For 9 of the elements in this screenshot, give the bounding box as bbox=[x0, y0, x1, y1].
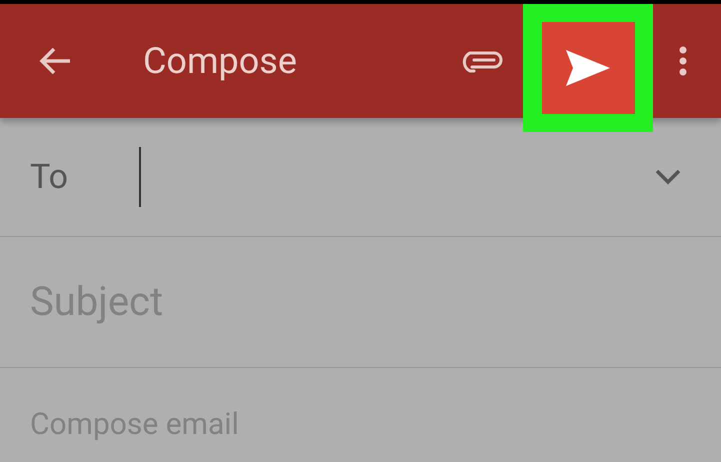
back-arrow-icon bbox=[38, 46, 72, 76]
more-icon bbox=[679, 46, 687, 76]
text-cursor bbox=[139, 147, 142, 207]
to-field[interactable]: To bbox=[0, 118, 721, 237]
to-label: To bbox=[30, 156, 68, 198]
send-icon bbox=[566, 50, 610, 86]
screen-title: Compose bbox=[143, 39, 297, 84]
chevron-down-icon bbox=[655, 169, 681, 185]
send-button[interactable] bbox=[542, 22, 634, 114]
